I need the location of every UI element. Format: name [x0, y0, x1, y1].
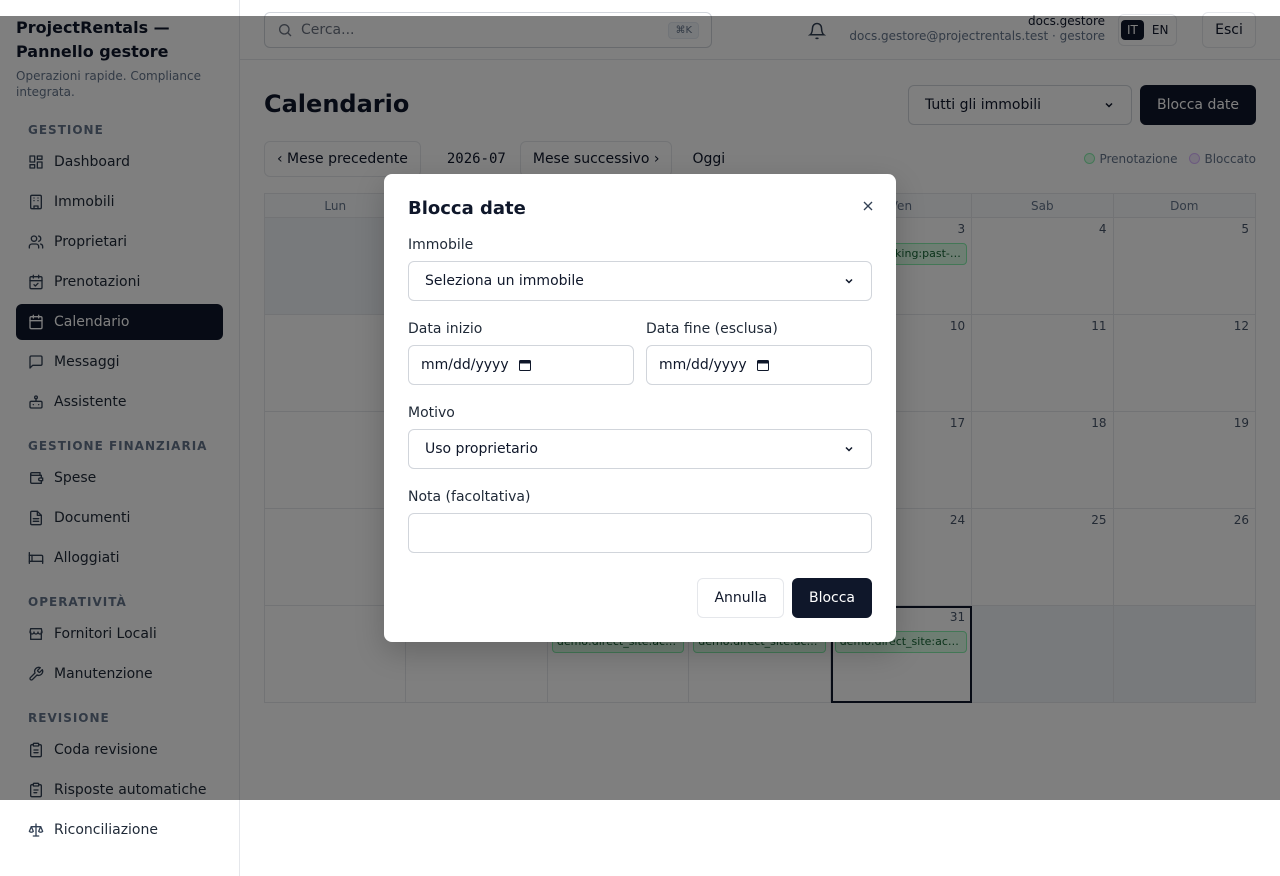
scale-icon — [28, 822, 44, 838]
start-date-value: mm/dd/yyyy — [421, 357, 509, 373]
end-date-input[interactable]: mm/dd/yyyy — [646, 345, 872, 385]
sidebar-item-riconciliazione[interactable]: Riconciliazione — [16, 812, 223, 848]
property-select-value: Seleziona un immobile — [425, 273, 584, 289]
cancel-button[interactable]: Annulla — [697, 578, 784, 618]
calendar-icon[interactable] — [518, 359, 531, 371]
dates-field-group: Data inizio mm/dd/yyyy Data fine (esclus… — [408, 319, 872, 385]
reason-select-value: Uso proprietario — [425, 441, 538, 457]
property-select[interactable]: Seleziona un immobile — [408, 261, 872, 301]
calendar-icon[interactable] — [756, 359, 769, 371]
note-field-group: Nota (facoltativa) — [408, 487, 872, 553]
confirm-block-button[interactable]: Blocca — [792, 578, 872, 618]
modal-title: Blocca date — [408, 198, 526, 219]
start-date-input[interactable]: mm/dd/yyyy — [408, 345, 634, 385]
reason-label: Motivo — [408, 405, 455, 421]
start-date-group: Data inizio mm/dd/yyyy — [408, 319, 634, 385]
property-field-group: Immobile Seleziona un immobile — [408, 235, 872, 301]
chevron-down-icon — [843, 443, 855, 455]
modal-footer: Annulla Blocca — [697, 578, 872, 618]
chevron-down-icon — [843, 275, 855, 287]
block-dates-modal: Blocca date Immobile Seleziona un immobi… — [384, 174, 896, 642]
reason-select[interactable]: Uso proprietario — [408, 429, 872, 469]
end-date-group: Data fine (esclusa) mm/dd/yyyy — [646, 319, 872, 385]
close-icon[interactable] — [860, 198, 876, 214]
reason-field-group: Motivo Uso proprietario — [408, 403, 872, 469]
note-input[interactable] — [408, 513, 872, 553]
sidebar-item-label: Riconciliazione — [54, 822, 158, 838]
start-date-label: Data inizio — [408, 321, 483, 337]
end-date-value: mm/dd/yyyy — [659, 357, 747, 373]
end-date-label: Data fine (esclusa) — [646, 321, 778, 337]
property-label: Immobile — [408, 237, 474, 253]
note-label: Nota (facoltativa) — [408, 489, 531, 505]
